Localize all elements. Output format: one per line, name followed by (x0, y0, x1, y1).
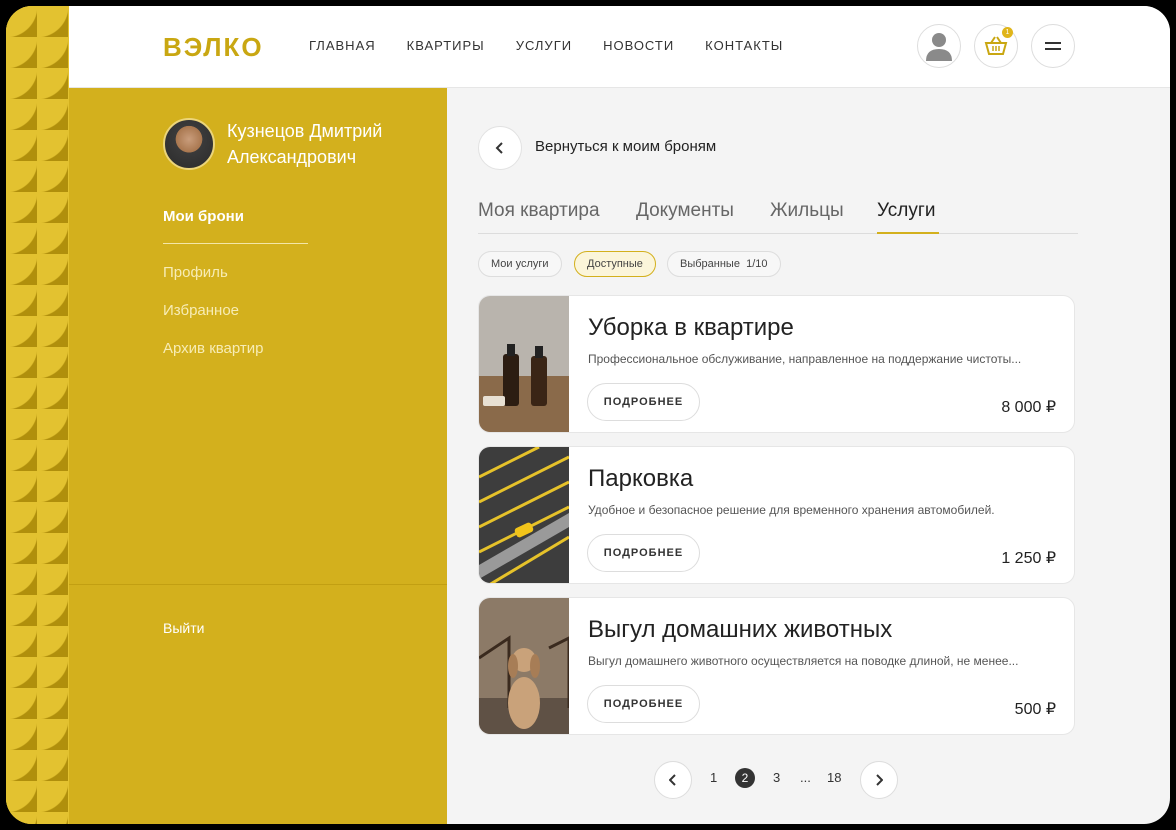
tab-services[interactable]: Услуги (877, 200, 935, 222)
nav-item-services[interactable]: УСЛУГИ (516, 38, 572, 53)
tab-underline (877, 232, 939, 234)
page-3[interactable]: 3 (773, 770, 780, 785)
logout-link[interactable]: Выйти (163, 620, 204, 636)
more-button[interactable]: ПОДРОБНЕЕ (587, 534, 700, 572)
profile-button[interactable] (917, 24, 961, 68)
user-name: Кузнецов Дмитрий Александрович (227, 121, 383, 167)
tab-documents[interactable]: Документы (636, 200, 734, 222)
service-description: Удобное и безопасное решение для временн… (588, 503, 995, 517)
service-card: Выгул домашних животных Выгул домашнего … (478, 597, 1075, 735)
nav-item-apartments[interactable]: КВАРТИРЫ (407, 38, 485, 53)
cleaning-image (479, 296, 569, 432)
page-2[interactable]: 2 (735, 768, 755, 788)
sidebar: Кузнецов Дмитрий Александрович Мои брони… (69, 88, 447, 824)
filter-available[interactable]: Доступные (574, 251, 656, 277)
service-description: Выгул домашнего животного осуществляется… (588, 654, 1019, 668)
app-window: ВЭЛКО ГЛАВНАЯ КВАРТИРЫ УСЛУГИ НОВОСТИ КО… (6, 6, 1170, 824)
back-button[interactable] (478, 126, 522, 170)
chevron-left-icon (495, 142, 503, 154)
tab-my-apartment[interactable]: Моя квартира (478, 200, 600, 222)
sidebar-item-archive[interactable]: Архив квартир (163, 340, 264, 357)
sidebar-divider (69, 584, 447, 585)
dog-image (479, 598, 569, 734)
top-header: ВЭЛКО ГЛАВНАЯ КВАРТИРЫ УСЛУГИ НОВОСТИ КО… (69, 6, 1170, 88)
more-button[interactable]: ПОДРОБНЕЕ (587, 685, 700, 723)
next-page-button[interactable] (860, 761, 898, 799)
cart-button[interactable]: 1 (974, 24, 1018, 68)
avatar (163, 118, 215, 170)
page-ellipsis: ... (800, 770, 811, 785)
service-card: Уборка в квартире Профессиональное обслу… (478, 295, 1075, 433)
service-price: 500 ₽ (1014, 701, 1056, 718)
sidebar-item-profile[interactable]: Профиль (163, 264, 228, 281)
more-button[interactable]: ПОДРОБНЕЕ (587, 383, 700, 421)
decorative-pattern (6, 6, 69, 824)
page-18[interactable]: 18 (827, 770, 841, 785)
filter-selected[interactable]: Выбранные 1/10 (667, 251, 781, 277)
user-icon (926, 33, 952, 61)
parking-image (479, 447, 569, 583)
sidebar-item-favorites[interactable]: Избранное (163, 302, 239, 319)
service-title: Уборка в квартире (588, 314, 794, 341)
main-nav: ГЛАВНАЯ КВАРТИРЫ УСЛУГИ НОВОСТИ КОНТАКТЫ (309, 38, 783, 53)
tabs: Моя квартира Документы Жильцы Услуги (478, 200, 1078, 234)
service-price: 1 250 ₽ (1001, 550, 1056, 567)
service-title: Парковка (588, 465, 694, 492)
service-title: Выгул домашних животных (588, 616, 893, 643)
logo[interactable]: ВЭЛКО (163, 32, 264, 63)
prev-page-button[interactable] (654, 761, 692, 799)
menu-button[interactable] (1031, 24, 1075, 68)
filter-my-services[interactable]: Мои услуги (478, 251, 562, 277)
back-label[interactable]: Вернуться к моим броням (535, 138, 716, 155)
filter-selected-count: 1/10 (746, 258, 768, 270)
nav-item-contacts[interactable]: КОНТАКТЫ (705, 38, 783, 53)
chevron-right-icon (876, 774, 883, 786)
cart-badge: 1 (1002, 27, 1013, 38)
nav-item-home[interactable]: ГЛАВНАЯ (309, 38, 376, 53)
service-description: Профессиональное обслуживание, направлен… (588, 352, 1022, 366)
page-1[interactable]: 1 (710, 770, 717, 785)
tab-residents[interactable]: Жильцы (770, 200, 844, 222)
basket-icon (984, 36, 1008, 55)
nav-item-news[interactable]: НОВОСТИ (603, 38, 674, 53)
chevron-left-icon (669, 774, 676, 786)
active-indicator (163, 243, 308, 244)
hamburger-icon (1045, 42, 1061, 50)
service-price: 8 000 ₽ (1001, 399, 1056, 416)
service-card: Парковка Удобное и безопасное решение дл… (478, 446, 1075, 584)
sidebar-item-bookings[interactable]: Мои брони (163, 208, 244, 225)
filter-selected-label: Выбранные (680, 258, 740, 270)
